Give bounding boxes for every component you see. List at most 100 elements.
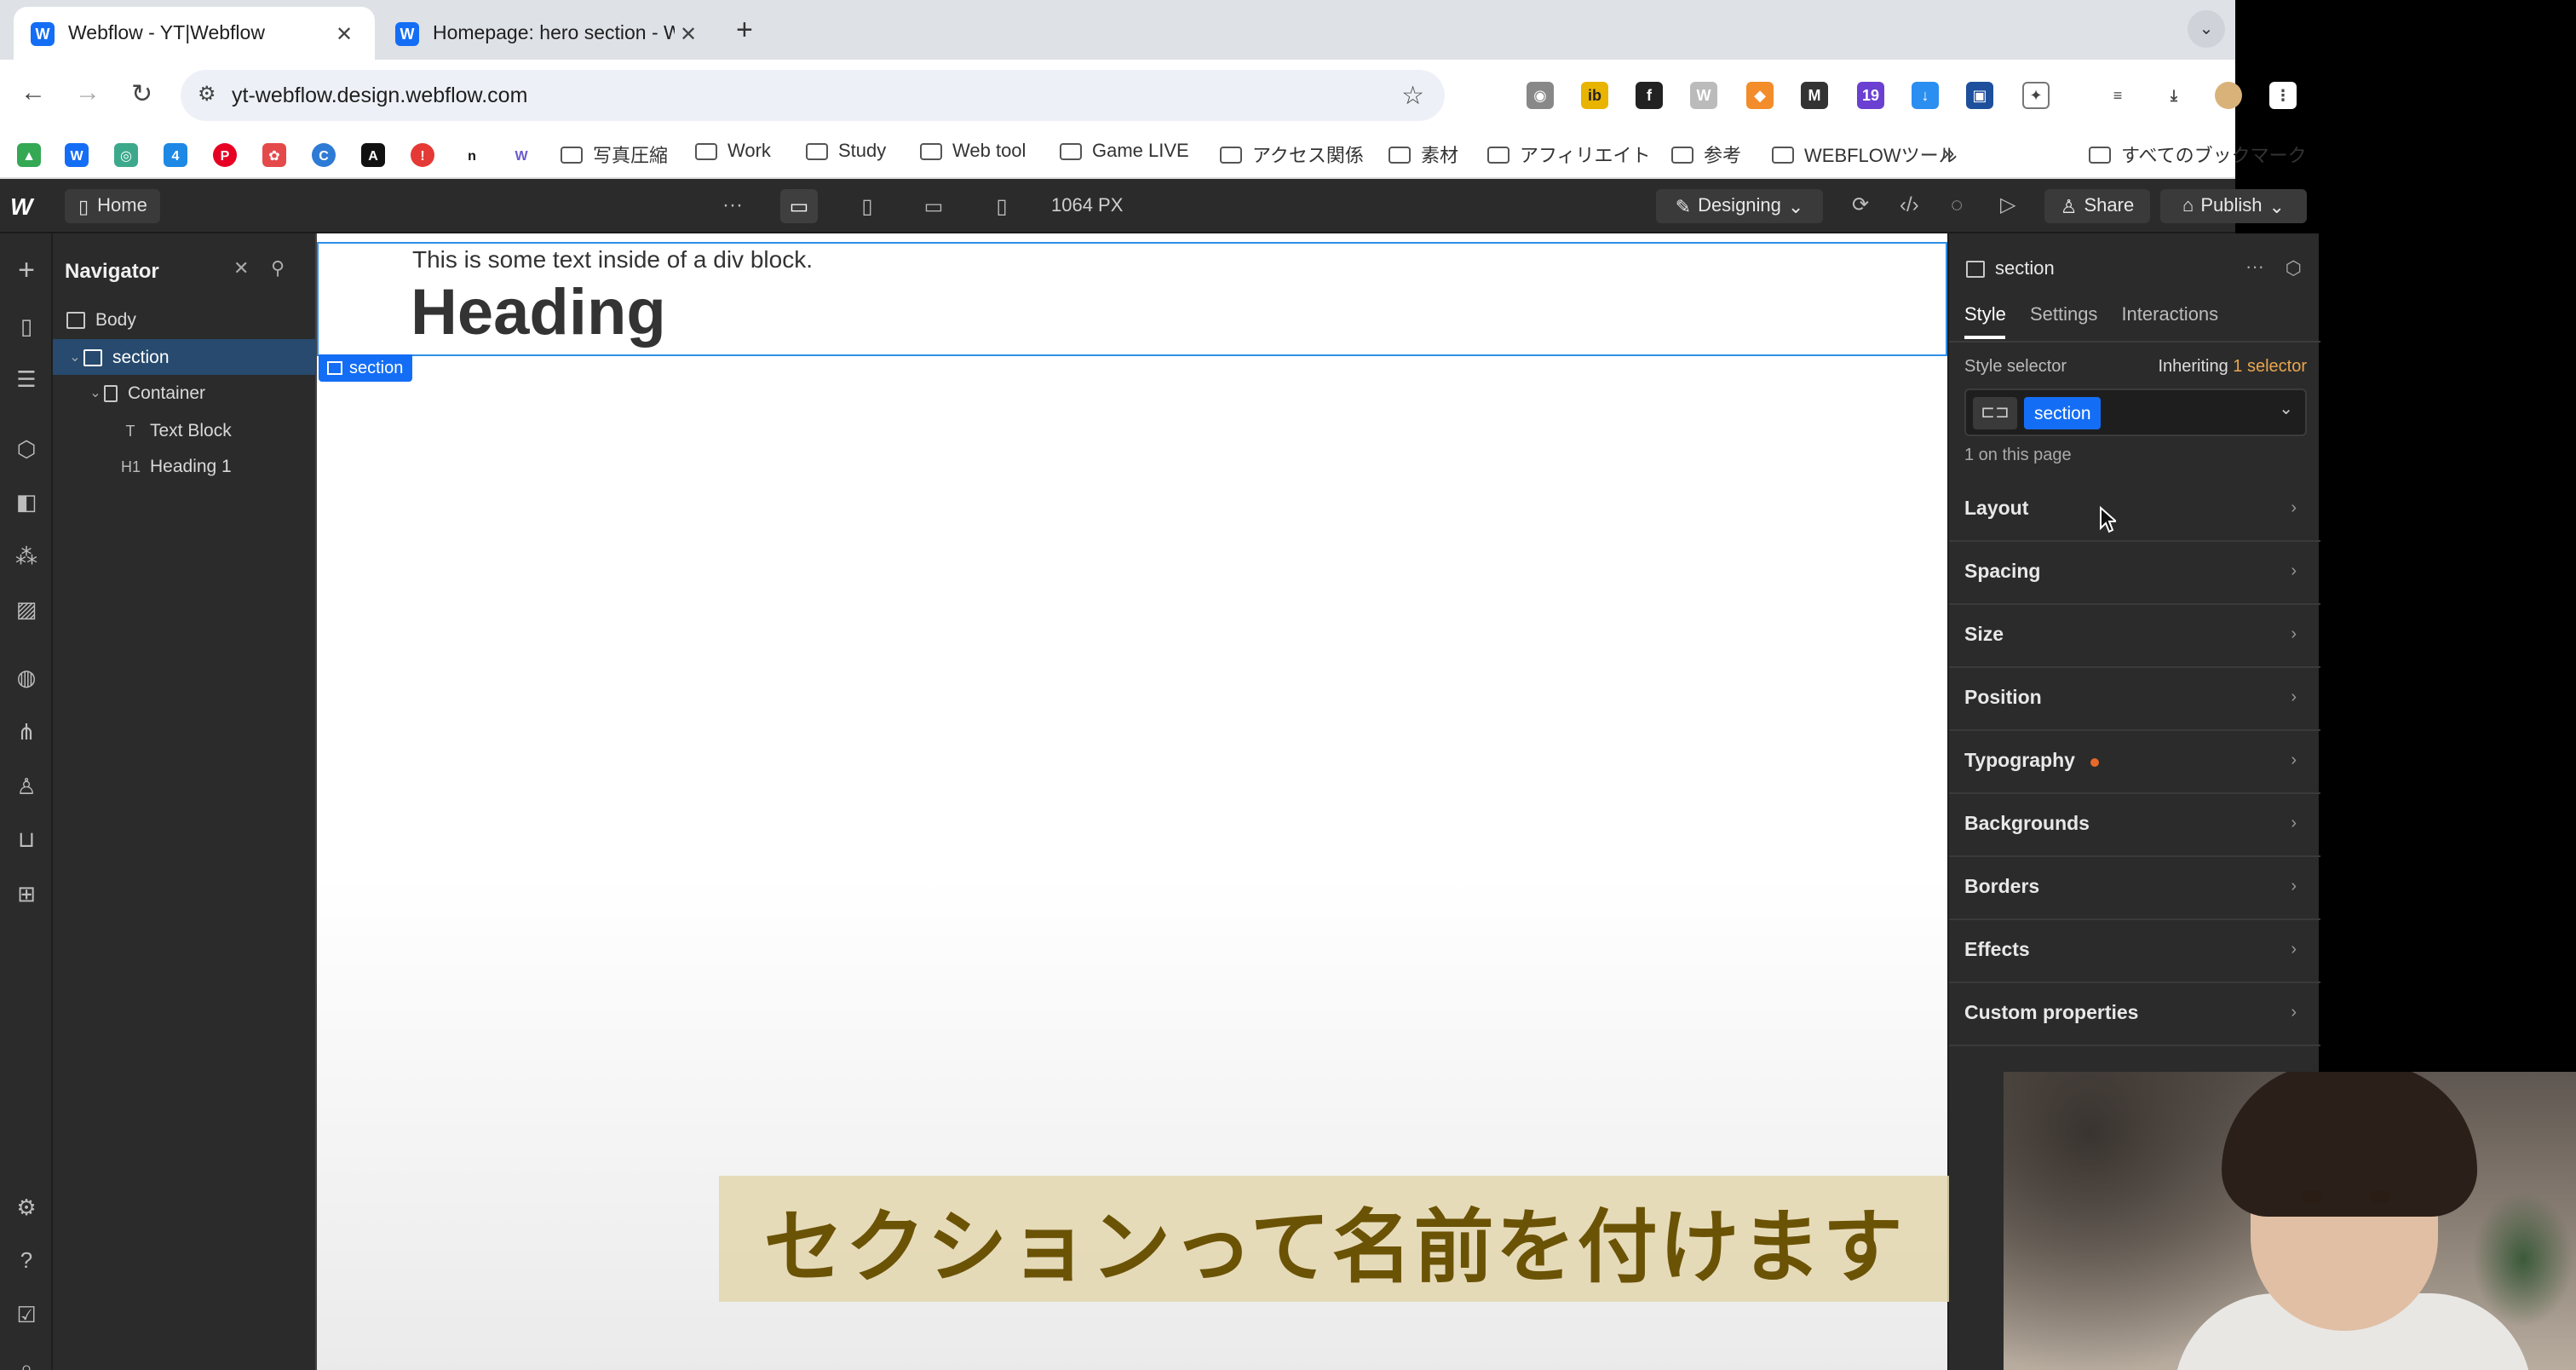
- styles-icon[interactable]: ⁂: [10, 540, 43, 573]
- bookmark-folder[interactable]: 参考: [1671, 141, 1741, 169]
- tablet-breakpoint-icon[interactable]: ▯: [848, 189, 886, 223]
- reload-icon[interactable]: ↻: [131, 78, 152, 109]
- camera-extension-icon[interactable]: ◉: [1527, 82, 1554, 109]
- help-icon[interactable]: ?: [10, 1244, 43, 1276]
- add-elements-icon[interactable]: +: [10, 253, 43, 286]
- collapse-icon[interactable]: ✕: [233, 257, 249, 279]
- bookmark-folder[interactable]: 素材: [1389, 141, 1458, 169]
- bookmark-folder[interactable]: Game LIVE: [1060, 141, 1189, 162]
- style-selector-field[interactable]: ⊏⊐ section ⌄: [1964, 389, 2307, 436]
- tab-search-chevron-icon[interactable]: ⌄: [2188, 10, 2225, 48]
- reading-list-icon[interactable]: ≡: [2104, 82, 2131, 109]
- code-icon[interactable]: ‹/›: [1900, 193, 1919, 216]
- preview-play-icon[interactable]: ▷: [2000, 193, 2015, 216]
- desktop-breakpoint-icon[interactable]: ▭: [780, 189, 818, 223]
- settings-gear-icon[interactable]: ⚙: [10, 1191, 43, 1223]
- page-switcher-button[interactable]: ▯ Home: [65, 189, 161, 223]
- tab-style[interactable]: Style: [1964, 305, 2006, 339]
- comment-icon[interactable]: ◌: [1951, 193, 1963, 216]
- ecommerce-icon[interactable]: ⊔: [10, 823, 43, 855]
- badge-extension-icon[interactable]: 19: [1857, 82, 1884, 109]
- profile-avatar-icon[interactable]: [2215, 82, 2242, 109]
- bookmark-icon[interactable]: A: [361, 143, 385, 167]
- webflow-extension-icon[interactable]: W: [1690, 82, 1717, 109]
- address-bar[interactable]: ⚙ yt-webflow.design.webflow.com ☆: [181, 70, 1445, 121]
- search-icon[interactable]: ⌕: [10, 1351, 43, 1370]
- section-custom-properties[interactable]: Custom properties ›: [1949, 983, 2320, 1046]
- pinterest-icon[interactable]: P: [213, 143, 237, 167]
- downloads-icon[interactable]: ⤓: [2160, 82, 2188, 109]
- canvas-heading[interactable]: Heading: [411, 278, 666, 351]
- inheriting-selector-text[interactable]: Inheriting 1 selector: [2158, 358, 2307, 377]
- navigator-item-heading-1[interactable]: H1 Heading 1: [53, 448, 315, 484]
- chevron-down-icon[interactable]: ⌄: [66, 349, 83, 365]
- section-position[interactable]: Position ›: [1949, 668, 2320, 731]
- navigator-item-section[interactable]: ⌄ section: [53, 339, 315, 375]
- new-tab-icon[interactable]: +: [736, 14, 753, 48]
- menu-kebab-icon[interactable]: ⋮: [2269, 82, 2297, 109]
- puzzle-extensions-icon[interactable]: ✦: [2022, 82, 2050, 109]
- users-icon[interactable]: ♙: [10, 770, 43, 803]
- bookmark-folder[interactable]: Web tool: [920, 141, 1026, 162]
- close-tab-icon[interactable]: ✕: [675, 21, 702, 45]
- component-icon[interactable]: ⬡: [2286, 257, 2302, 279]
- webflow-bookmark-icon[interactable]: W: [65, 143, 89, 167]
- chevron-down-icon[interactable]: ⌄: [87, 385, 104, 400]
- section-layout[interactable]: Layout ›: [1949, 479, 2320, 542]
- bookmark-folder[interactable]: Study: [806, 141, 886, 162]
- section-size[interactable]: Size ›: [1949, 605, 2320, 668]
- site-info-icon[interactable]: ⚙: [198, 82, 216, 106]
- calendar-icon[interactable]: 4: [164, 143, 187, 167]
- back-arrow-icon[interactable]: ←: [20, 78, 46, 107]
- navigator-item-container[interactable]: ⌄ Container: [53, 375, 315, 411]
- notion-icon[interactable]: n: [460, 143, 484, 167]
- more-bookmarks-icon[interactable]: »: [1942, 140, 1954, 165]
- download-extension-icon[interactable]: ↓: [1912, 82, 1939, 109]
- bookmark-icon[interactable]: ◎: [114, 143, 138, 167]
- pages-icon[interactable]: ▯: [10, 310, 43, 342]
- more-options-icon[interactable]: ···: [2245, 257, 2264, 278]
- section-borders[interactable]: Borders ›: [1949, 857, 2320, 920]
- mobile-portrait-breakpoint-icon[interactable]: ▯: [983, 189, 1021, 223]
- bookmark-folder[interactable]: Work: [695, 141, 771, 162]
- metamask-icon[interactable]: ◆: [1746, 82, 1774, 109]
- selector-type-icon[interactable]: ⊏⊐: [1973, 397, 2017, 429]
- selector-token[interactable]: section: [2024, 397, 2102, 429]
- publish-button[interactable]: ⌂ Publish ⌄: [2160, 189, 2307, 223]
- browser-tab-inactive[interactable]: W Homepage: hero section - Webflow ✕: [378, 7, 719, 60]
- bookmark-folder[interactable]: WEBFLOWツール: [1772, 141, 1958, 169]
- assets-icon[interactable]: ▨: [10, 593, 43, 625]
- webflow-bookmark-icon[interactable]: W: [509, 143, 533, 167]
- selection-label-badge[interactable]: section: [319, 354, 412, 382]
- bookmark-icon[interactable]: C: [312, 143, 336, 167]
- audit-check-icon[interactable]: ☑: [10, 1298, 43, 1331]
- canvas-text-block[interactable]: This is some text inside of a div block.: [412, 245, 813, 273]
- m-extension-icon[interactable]: M: [1801, 82, 1828, 109]
- chevron-down-icon[interactable]: ⌄: [2279, 400, 2293, 419]
- logic-icon[interactable]: ⋔: [10, 716, 43, 748]
- bookmark-folder[interactable]: アクセス関係: [1220, 141, 1364, 169]
- close-tab-icon[interactable]: ✕: [331, 21, 358, 45]
- browser-tab-active[interactable]: W Webflow - YT|Webflow ✕: [14, 7, 375, 60]
- navigator-icon[interactable]: ☰: [10, 363, 43, 395]
- webflow-logo-icon[interactable]: W: [10, 193, 32, 220]
- extension-icon[interactable]: ▣: [1966, 82, 1993, 109]
- extension-icon[interactable]: ib: [1581, 82, 1608, 109]
- section-effects[interactable]: Effects ›: [1949, 920, 2320, 983]
- more-breakpoints-icon[interactable]: ···: [722, 193, 743, 216]
- variables-icon[interactable]: ◧: [10, 486, 43, 518]
- mode-dropdown[interactable]: ✎ Designing ⌄: [1656, 189, 1823, 223]
- section-backgrounds[interactable]: Backgrounds ›: [1949, 794, 2320, 857]
- section-typography[interactable]: Typography ›: [1949, 731, 2320, 794]
- bookmark-folder[interactable]: アフィリエイト: [1487, 141, 1651, 169]
- pin-icon[interactable]: ⚲: [271, 257, 285, 279]
- section-spacing[interactable]: Spacing ›: [1949, 542, 2320, 605]
- mobile-landscape-breakpoint-icon[interactable]: ▭: [915, 189, 952, 223]
- tab-interactions[interactable]: Interactions: [2121, 305, 2218, 339]
- bookmark-icon[interactable]: !: [411, 143, 434, 167]
- asana-icon[interactable]: ✿: [262, 143, 286, 167]
- all-bookmarks-folder[interactable]: すべてのブックマーク: [2089, 141, 2307, 169]
- components-icon[interactable]: ⬡: [10, 433, 43, 465]
- bookmark-star-icon[interactable]: ☆: [1401, 80, 1424, 111]
- cms-icon[interactable]: ◍: [10, 661, 43, 694]
